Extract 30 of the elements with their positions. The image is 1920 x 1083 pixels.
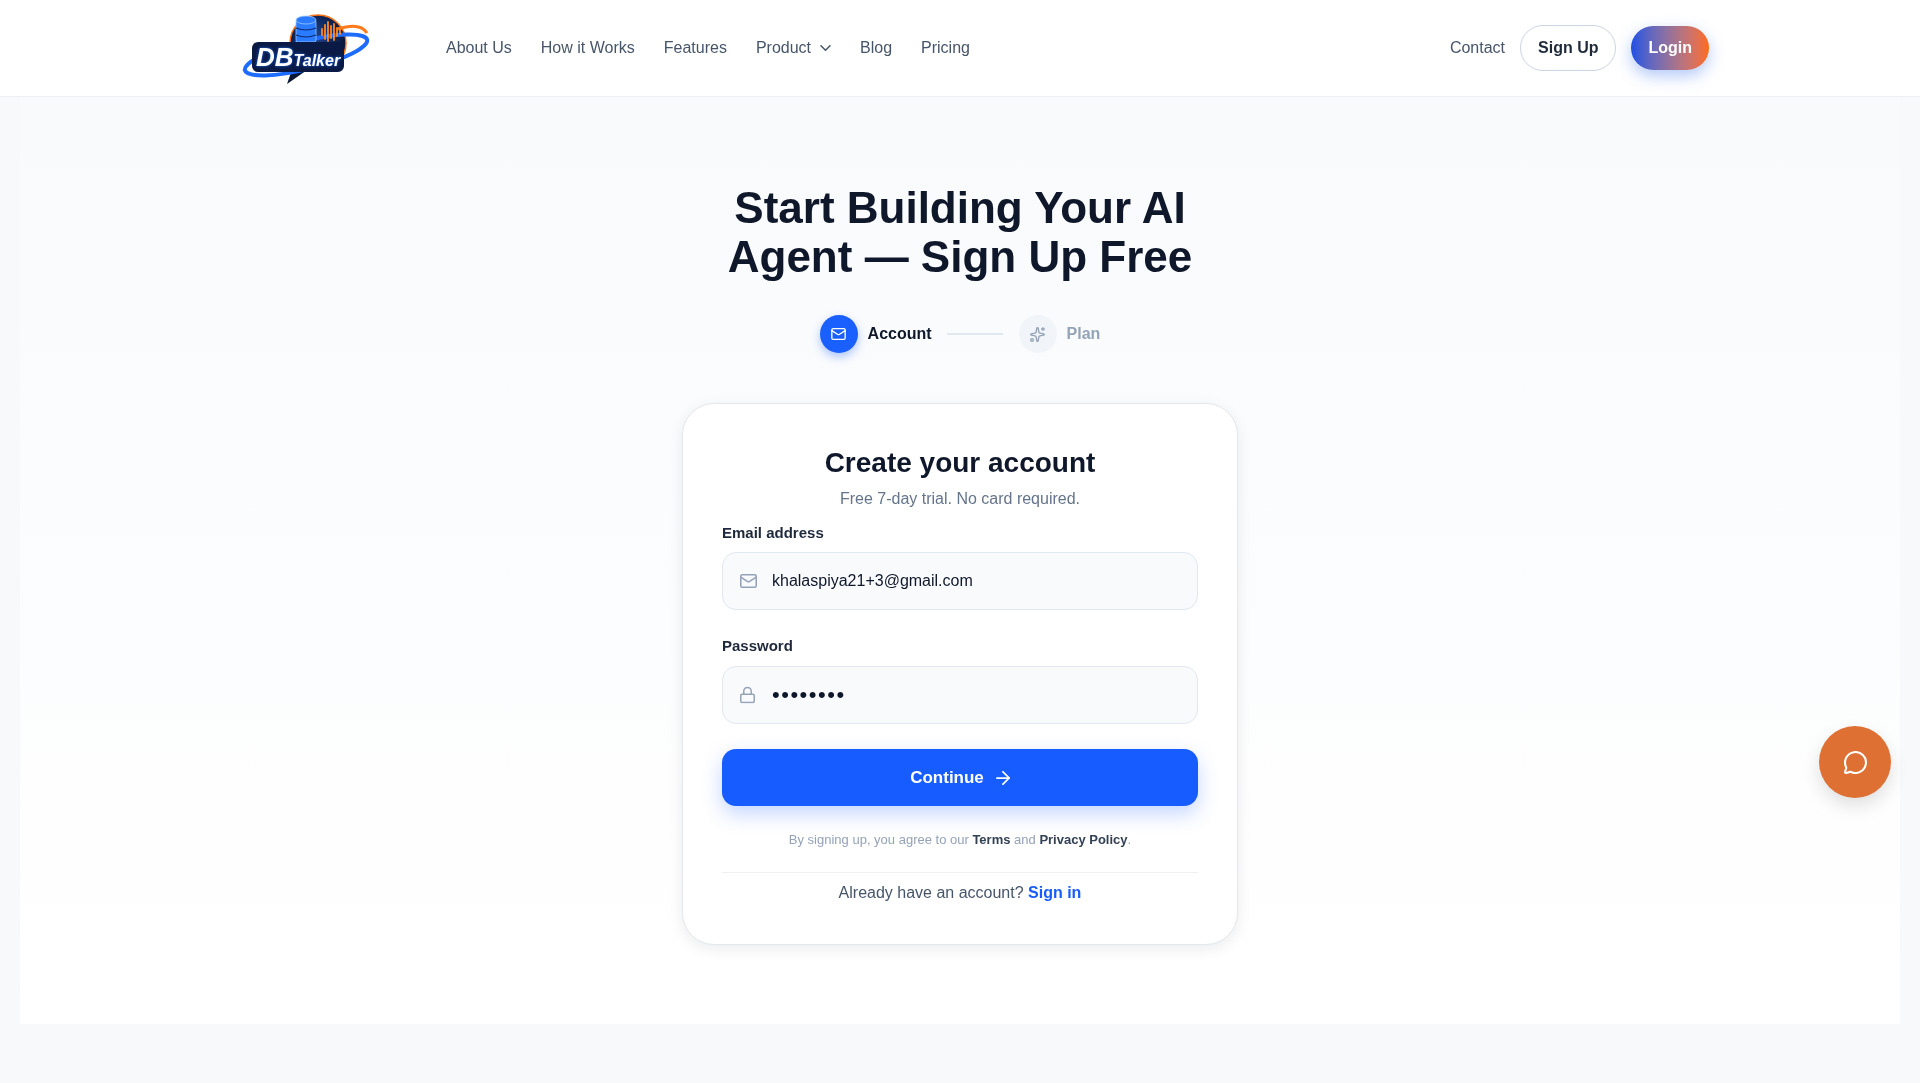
contact-link[interactable]: Contact: [1449, 36, 1505, 60]
sign-in-link[interactable]: Sign in: [1028, 884, 1082, 901]
step-label: Plan: [1066, 324, 1101, 344]
arrow-right-icon: [995, 770, 1010, 785]
email-label: Email address: [722, 523, 825, 543]
sign-up-button[interactable]: Sign Up: [1520, 25, 1617, 71]
login-button[interactable]: Login: [1631, 26, 1709, 70]
continue-button[interactable]: Continue: [722, 749, 1198, 806]
lock-icon: [740, 686, 755, 704]
nav-link[interactable]: Blog: [860, 36, 893, 60]
password-label: Password: [722, 636, 794, 656]
card-subtitle: Free 7-day trial. No card required.: [838, 489, 1082, 509]
card-title: Create your account: [823, 446, 1097, 480]
email-input[interactable]: khalaspiya21+3@gmail.com: [722, 552, 1198, 610]
legal-link[interactable]: Privacy Policy: [1039, 832, 1128, 847]
password-input[interactable]: ••••••••: [722, 666, 1198, 724]
chevron-down-icon: [820, 45, 832, 51]
nav-menu[interactable]: Product: [755, 36, 832, 60]
nav-link[interactable]: About Us: [446, 36, 512, 60]
page-title: Start Building Your AI Agent — Sign Up Free: [726, 183, 1194, 281]
nav-link[interactable]: Features: [663, 36, 727, 60]
nav-link[interactable]: How it Works: [540, 36, 635, 60]
step-label: Account: [867, 324, 932, 344]
sign-in-prompt: Already have an account? Sign in: [837, 883, 1083, 903]
legal-notice: By signing up, you agree to our Terms and Privacy Policy.: [787, 831, 1133, 849]
nav-link[interactable]: Pricing: [921, 36, 970, 60]
chat-bubble-icon: [1843, 750, 1867, 774]
logo-text: DBTalker: [252, 41, 345, 72]
legal-link[interactable]: Terms: [972, 832, 1011, 847]
envelope-icon: [740, 574, 757, 588]
